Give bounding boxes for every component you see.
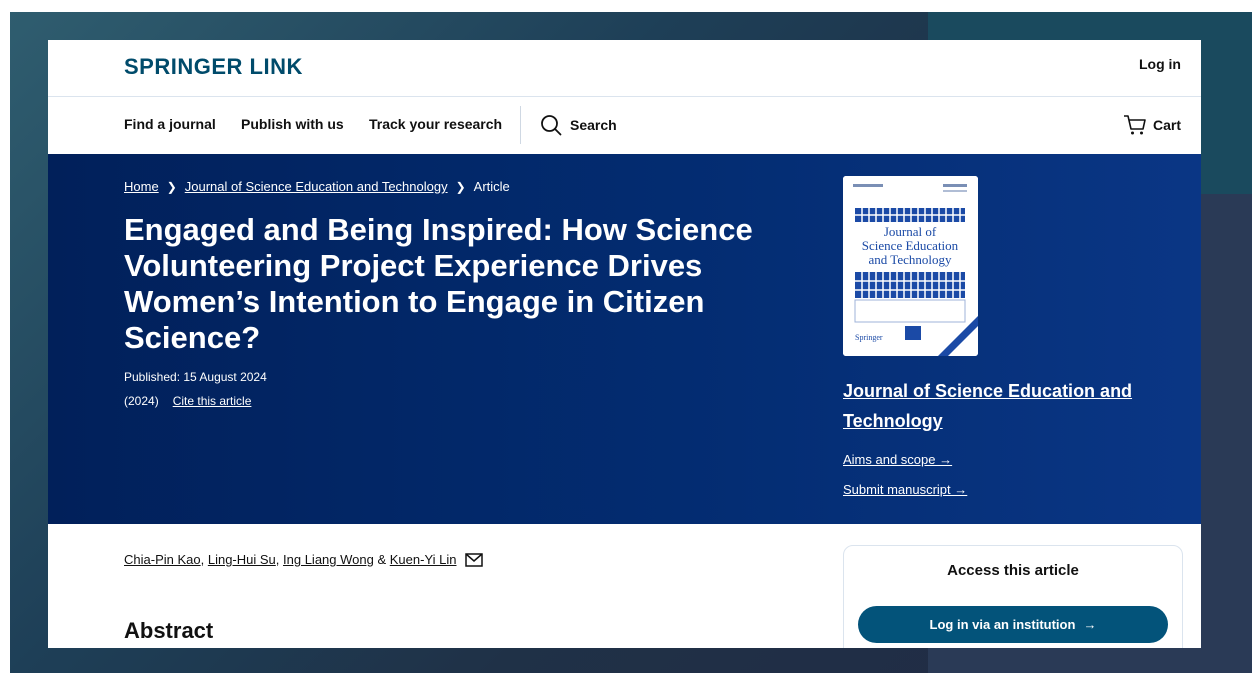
author-link[interactable]: Ling-Hui Su [208, 552, 276, 567]
journal-cover-art: Journal of Science Education and Technol… [843, 176, 978, 356]
nav-divider [520, 106, 521, 144]
arrow-right-icon: → [1083, 617, 1097, 632]
author-list: Chia-Pin Kao , Ling-Hui Su , Ing Liang W… [124, 552, 483, 567]
abstract-heading: Abstract [124, 618, 214, 643]
breadcrumb-current: Article [473, 179, 510, 194]
access-title: Access this article [947, 562, 1079, 579]
journal-cover[interactable]: Journal of Science Education and Technol… [843, 176, 978, 356]
nav-publish-with-us[interactable]: Publish with us [241, 116, 344, 132]
log-in-via-institution-button[interactable]: Log in via an institution → [858, 606, 1168, 643]
cover-publisher: Springer [855, 333, 883, 342]
author-link[interactable]: Ing Liang Wong [283, 552, 374, 567]
springer-page: SPRINGER LINK Log in Find a journal Publ… [48, 40, 1201, 648]
site-header: SPRINGER LINK Log in [48, 40, 1201, 97]
main-nav: Find a journal Publish with us Track you… [48, 96, 1201, 154]
cite-this-article-link[interactable]: Cite this article [173, 394, 252, 408]
author-link[interactable]: Chia-Pin Kao [124, 552, 201, 567]
cover-title-line1: Journal of [884, 224, 937, 239]
access-article-box: Access this article Log in via an instit… [843, 545, 1183, 648]
article-title: Engaged and Being Inspired: How Science … [124, 212, 753, 355]
breadcrumb: Home ❯ Journal of Science Education and … [124, 179, 510, 194]
author-separator: , [200, 552, 208, 567]
article-year: (2024) [124, 394, 159, 408]
journal-name-link[interactable]: Journal of Science Education and Technol… [843, 376, 1143, 436]
article-hero: Home ❯ Journal of Science Education and … [48, 154, 1201, 524]
citation-line: (2024) Cite this article [124, 394, 251, 408]
search-icon [541, 115, 562, 136]
cover-title-line2: Science Education [862, 238, 959, 253]
cart-label: Cart [1152, 117, 1181, 133]
submit-manuscript-link[interactable]: Submit manuscript → [843, 482, 967, 497]
nav-find-journal[interactable]: Find a journal [124, 116, 216, 132]
author-link[interactable]: Kuen-Yi Lin [390, 552, 457, 567]
published-date: Published: 15 August 2024 [124, 370, 267, 384]
log-in-link[interactable]: Log in [1139, 56, 1181, 72]
search-button[interactable]: Search [540, 112, 617, 138]
search-label: Search [570, 117, 617, 133]
springer-link-logo[interactable]: SPRINGER LINK [124, 54, 303, 80]
nav-track-research[interactable]: Track your research [369, 116, 502, 132]
cover-title-line3: and Technology [869, 252, 952, 267]
author-separator: , [275, 552, 284, 567]
breadcrumb-home[interactable]: Home [124, 179, 159, 194]
aims-and-scope-link[interactable]: Aims and scope → [843, 452, 952, 467]
cart-button[interactable]: Cart [1123, 114, 1181, 136]
chevron-right-icon: ❯ [166, 179, 177, 194]
access-button-label: Log in via an institution [929, 617, 1076, 632]
chevron-right-icon: ❯ [455, 179, 466, 194]
breadcrumb-journal[interactable]: Journal of Science Education and Technol… [185, 179, 448, 194]
cart-icon [1123, 115, 1146, 135]
author-separator: & [373, 552, 390, 567]
mail-icon[interactable] [464, 552, 483, 567]
